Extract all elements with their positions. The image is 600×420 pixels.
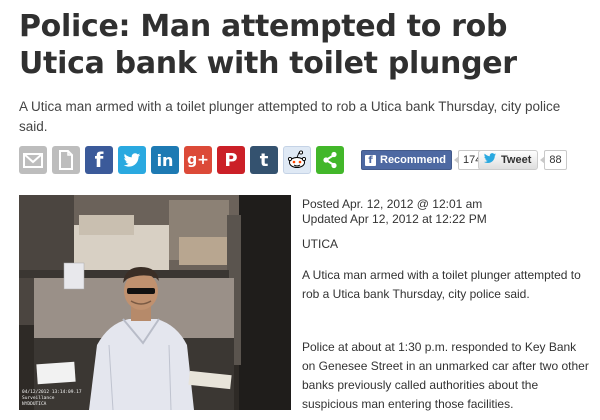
email-share-button[interactable] <box>19 146 47 174</box>
tumblr-icon: t <box>259 149 269 171</box>
print-button[interactable] <box>52 146 80 174</box>
article-meta: Posted Apr. 12, 2012 @ 12:01 am Updated … <box>302 197 487 227</box>
updated-date: Updated Apr 12, 2012 at 12:22 PM <box>302 212 487 226</box>
linkedin-icon: in <box>156 150 174 170</box>
dateline: UTICA <box>302 237 338 251</box>
tweet-count: 88 <box>540 150 567 170</box>
tweet-button[interactable]: Tweet <box>478 150 539 170</box>
linkedin-share-button[interactable]: in <box>151 146 179 174</box>
tumblr-share-button[interactable]: t <box>250 146 278 174</box>
google-plus-share-button[interactable]: g+ <box>184 146 212 174</box>
share-button[interactable] <box>316 146 344 174</box>
share-icon <box>322 151 338 169</box>
reddit-alien-icon <box>286 150 308 170</box>
surveillance-image: 04/12/2012 13:14:09.17 Surveillance NYDD… <box>19 195 291 410</box>
photo-caption-line-1: 04/12/2012 13:14:09.17 <box>22 389 82 395</box>
article-paragraph: Police at about at 1:30 p.m. responded t… <box>302 340 589 411</box>
photo-caption-line-3: NYDDUTICA <box>22 401 47 407</box>
facebook-recommend-widget: f Recommend 174 <box>361 150 487 170</box>
facebook-icon: f <box>94 148 104 172</box>
facebook-icon: f <box>365 154 376 166</box>
posted-date: Posted Apr. 12, 2012 @ 12:01 am <box>302 197 483 211</box>
pinterest-icon: P <box>224 149 238 171</box>
facebook-share-button[interactable]: f <box>85 146 113 174</box>
surveillance-photo: 04/12/2012 13:14:09.17 Surveillance NYDD… <box>19 195 291 410</box>
article-paragraph: A Utica man armed with a toilet plunger … <box>302 268 581 301</box>
share-bar: f in g+ P t <box>19 146 349 174</box>
document-icon <box>58 150 74 170</box>
facebook-recommend-button[interactable]: f Recommend <box>361 150 453 170</box>
article-dek: A Utica man armed with a toilet plunger … <box>19 99 561 134</box>
google-plus-icon: g+ <box>187 152 209 168</box>
tweet-widget: Tweet 88 <box>478 150 567 170</box>
envelope-icon <box>23 152 43 168</box>
twitter-bird-icon <box>123 152 141 168</box>
reddit-share-button[interactable] <box>283 146 311 174</box>
tweet-label: Tweet <box>501 154 532 166</box>
twitter-share-button[interactable] <box>118 146 146 174</box>
article-headline: Police: Man attempted to rob Utica bank … <box>19 9 517 81</box>
twitter-bird-icon <box>483 153 501 167</box>
pinterest-share-button[interactable]: P <box>217 146 245 174</box>
photo-caption-line-2: Surveillance <box>22 395 55 401</box>
recommend-label: Recommend <box>380 154 447 166</box>
